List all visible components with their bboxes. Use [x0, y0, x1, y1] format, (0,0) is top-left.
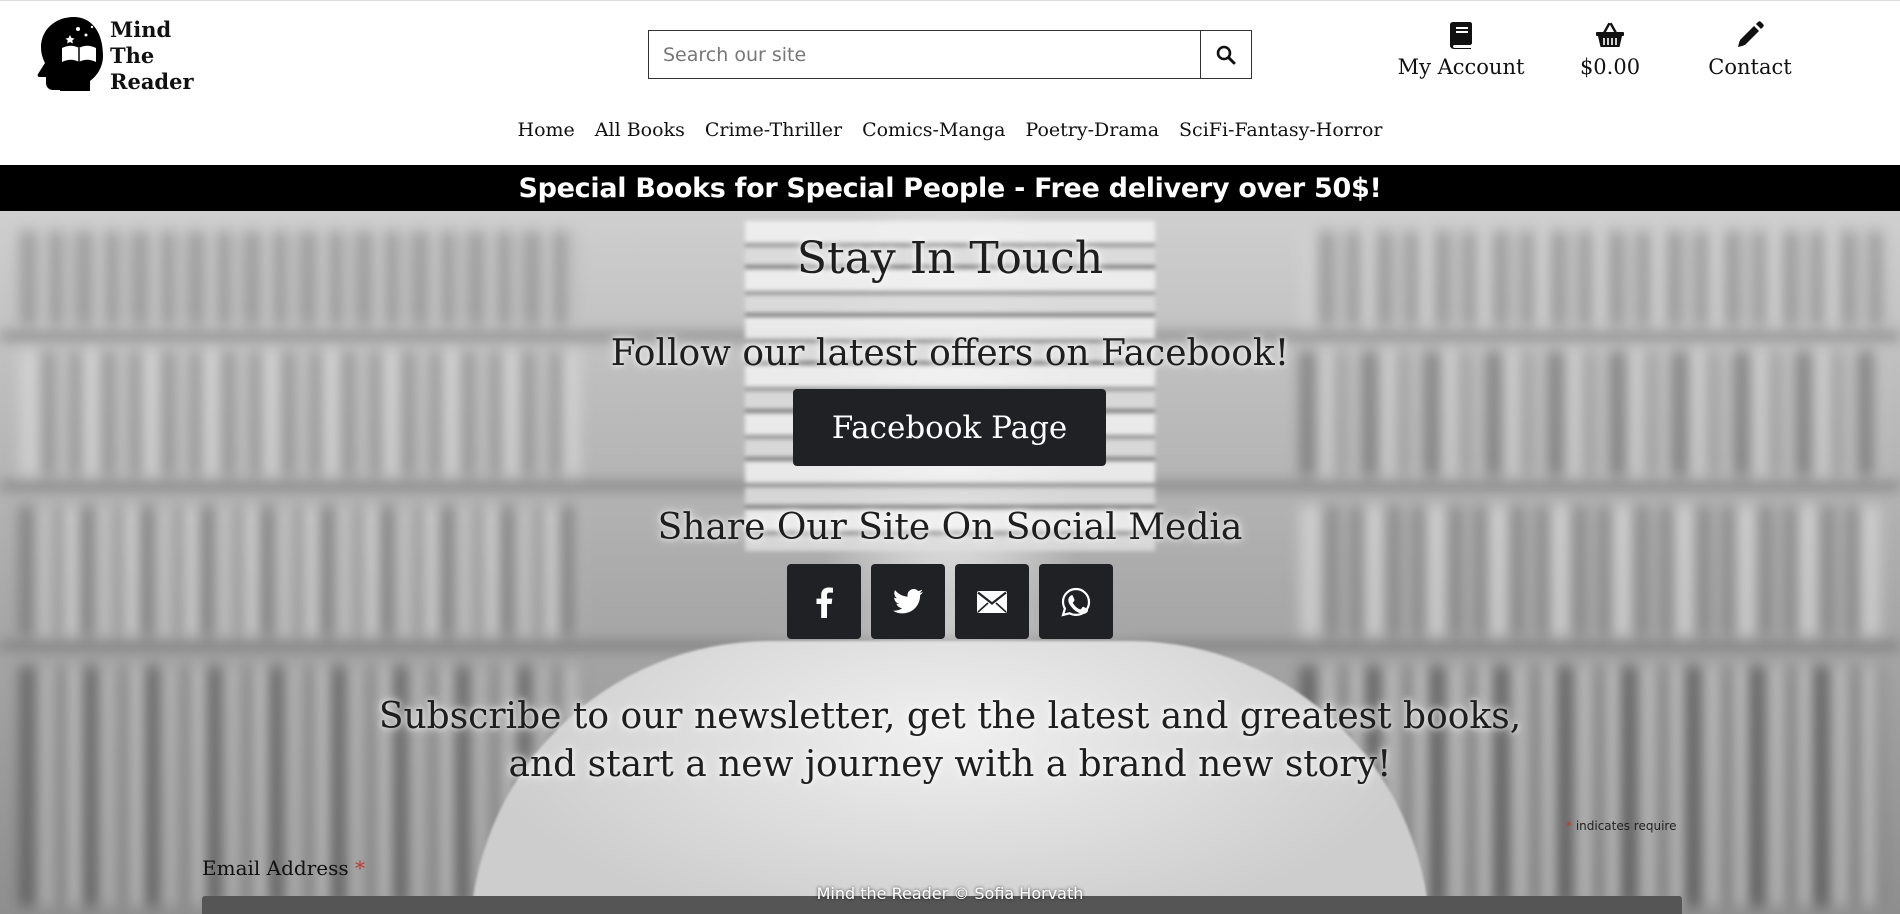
- book-icon: [1450, 22, 1472, 49]
- logo-line-3: Reader: [110, 69, 194, 94]
- nav-item-home[interactable]: Home: [518, 119, 575, 141]
- head-with-book-icon: [37, 17, 103, 91]
- contact-link[interactable]: Contact: [1696, 19, 1804, 79]
- nav-item-poetry-drama[interactable]: Poetry-Drama: [1025, 119, 1159, 141]
- logo-line-1: Mind: [110, 17, 172, 42]
- my-account-link[interactable]: My Account: [1388, 19, 1534, 79]
- whatsapp-icon: [1061, 587, 1091, 617]
- newsletter-intro: Subscribe to our newsletter, get the lat…: [0, 693, 1900, 789]
- newsletter-intro-line-1: Subscribe to our newsletter, get the lat…: [378, 696, 1522, 737]
- promo-banner-text: Special Books for Special People - Free …: [518, 172, 1382, 204]
- cart-total: $0.00: [1579, 55, 1641, 79]
- site-header: Mind The Reader My Account: [0, 0, 1900, 165]
- promo-banner: Special Books for Special People - Free …: [0, 165, 1900, 211]
- share-twitter-button[interactable]: [871, 564, 945, 639]
- share-facebook-button[interactable]: [787, 564, 861, 639]
- main-navigation: Home All Books Crime-Thriller Comics-Man…: [0, 119, 1900, 141]
- basket-icon: [1596, 22, 1624, 47]
- stay-in-touch-section: Stay In Touch Follow our latest offers o…: [0, 211, 1900, 914]
- search-input[interactable]: [648, 30, 1200, 79]
- social-share-buttons: [787, 564, 1123, 639]
- search-form: [648, 30, 1252, 79]
- hero-content: Stay In Touch Follow our latest offers o…: [0, 211, 1900, 914]
- site-footer: Mind the Reader © Sofia Horvath: [0, 873, 1900, 914]
- logo-line-2: The: [110, 43, 155, 68]
- search-icon: [1216, 45, 1236, 64]
- nav-item-crime-thriller[interactable]: Crime-Thriller: [705, 119, 842, 141]
- required-fields-note: * indicates require: [1566, 819, 1676, 833]
- newsletter-intro-line-2: and start a new journey with a brand new…: [508, 744, 1392, 785]
- pencil-icon: [1738, 21, 1764, 47]
- contact-label: Contact: [1708, 55, 1792, 79]
- footer-copyright: Mind the Reader © Sofia Horvath: [816, 884, 1084, 903]
- facebook-page-button[interactable]: Facebook Page: [793, 389, 1106, 466]
- search-button[interactable]: [1200, 30, 1252, 79]
- header-nav-icons: My Account $0.00 Contact: [1388, 19, 1804, 79]
- share-email-button[interactable]: [955, 564, 1029, 639]
- my-account-label: My Account: [1397, 55, 1525, 79]
- site-logo[interactable]: Mind The Reader: [34, 15, 194, 95]
- facebook-icon: [816, 587, 833, 618]
- section-title: Stay In Touch: [796, 233, 1104, 284]
- required-note-text: indicates require: [1572, 819, 1677, 833]
- share-social-title: Share Our Site On Social Media: [657, 507, 1243, 548]
- cart-link[interactable]: $0.00: [1556, 19, 1664, 79]
- nav-item-all-books[interactable]: All Books: [595, 119, 685, 141]
- share-whatsapp-button[interactable]: [1039, 564, 1113, 639]
- nav-item-scifi-fantasy-horror[interactable]: SciFi-Fantasy-Horror: [1179, 119, 1382, 141]
- email-icon: [977, 590, 1007, 613]
- follow-facebook-text: Follow our latest offers on Facebook!: [610, 333, 1290, 374]
- logo-text: Mind The Reader: [110, 17, 194, 95]
- nav-item-comics-manga[interactable]: Comics-Manga: [862, 119, 1005, 141]
- twitter-icon: [893, 589, 923, 614]
